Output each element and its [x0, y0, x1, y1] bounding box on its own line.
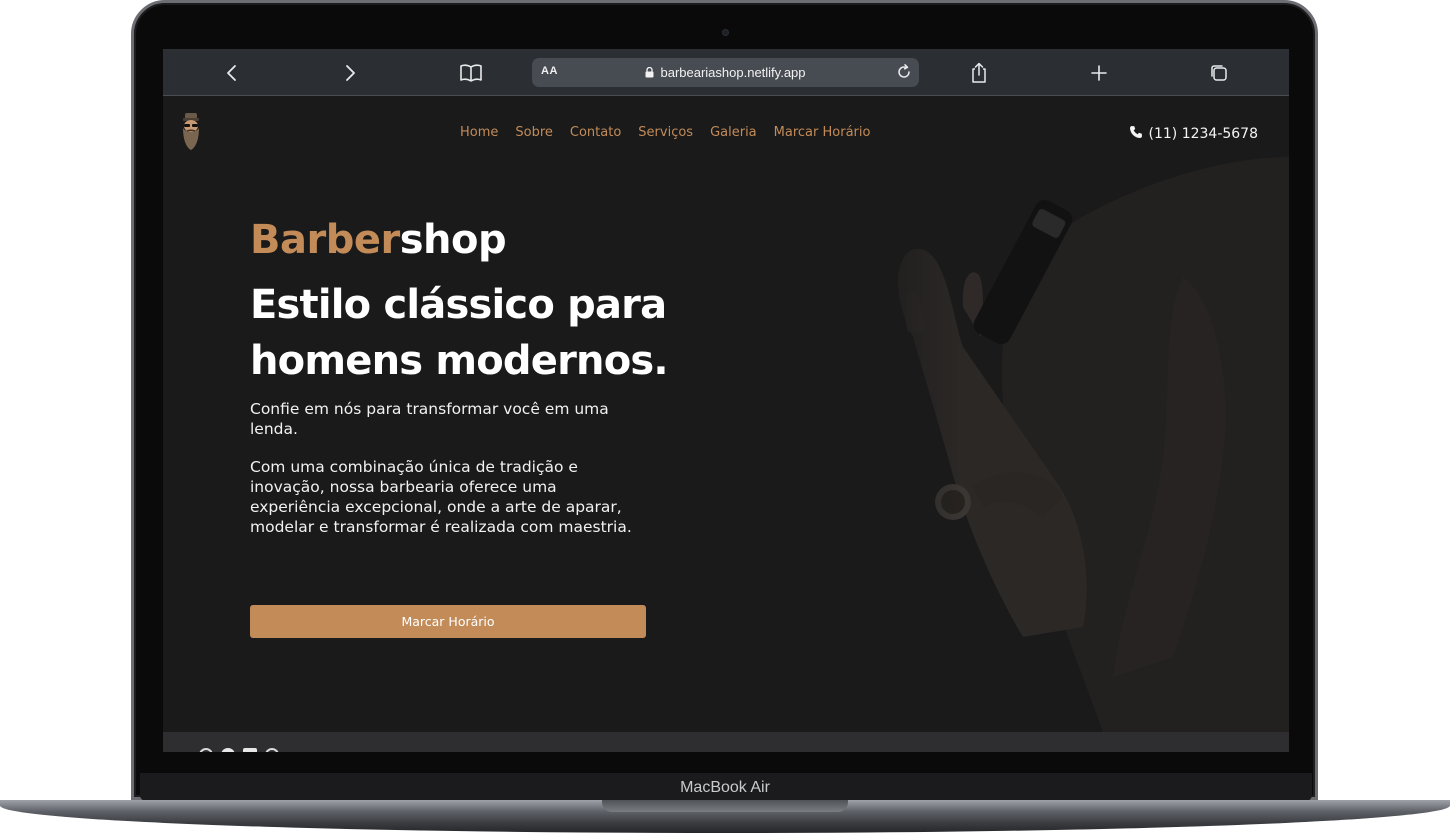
url-text: barbeariashop.netlify.app [660, 65, 806, 80]
reload-icon[interactable] [895, 63, 913, 85]
whatsapp-icon[interactable] [265, 748, 279, 752]
phone-contact[interactable]: (11) 1234-5678 [1129, 125, 1259, 143]
barber-logo-icon[interactable] [179, 113, 203, 155]
instagram-icon[interactable] [199, 748, 213, 752]
book-icon[interactable] [457, 59, 485, 87]
brand-title-part-1: Barber [250, 217, 400, 263]
nav-sobre[interactable]: Sobre [515, 125, 553, 140]
tabs-icon[interactable] [1205, 59, 1233, 87]
nav-galeria[interactable]: Galeria [710, 125, 757, 140]
chevron-right-icon[interactable] [336, 59, 364, 87]
nav-home[interactable]: Home [460, 125, 498, 140]
hero-headline: Estilo clássico para homens modernos. [250, 282, 669, 384]
website: Home Sobre Contato Serviços Galeria Marc… [163, 97, 1289, 752]
hero-paragraph-2: Com uma combinação única de tradição e i… [250, 458, 632, 536]
hero-background-image [853, 157, 1289, 732]
camera-icon [722, 29, 729, 36]
phone-icon [1129, 125, 1143, 143]
phone-number: (11) 1234-5678 [1148, 126, 1259, 142]
device-label: MacBook Air [680, 779, 770, 796]
brand-title: Barbershop [250, 217, 507, 263]
share-icon[interactable] [965, 59, 993, 87]
nav-marcar-horario[interactable]: Marcar Horário [774, 125, 871, 140]
url-text-wrap: barbeariashop.netlify.app [532, 65, 919, 81]
laptop-screen: AA barbeariashop.netlify.app Home Sobre … [163, 49, 1289, 752]
facebook-icon[interactable] [221, 748, 235, 752]
nav-servicos[interactable]: Serviços [638, 125, 693, 140]
social-icons [199, 748, 279, 752]
marcar-horario-button[interactable]: Marcar Horário [250, 605, 646, 638]
linkedin-icon[interactable] [243, 748, 257, 752]
address-bar[interactable]: AA barbeariashop.netlify.app [532, 58, 919, 87]
brand-title-part-2: shop [399, 217, 507, 263]
laptop-hinge-notch [602, 800, 848, 812]
chevron-left-icon[interactable] [218, 59, 246, 87]
footer-strip [163, 732, 1289, 752]
main-nav: Home Sobre Contato Serviços Galeria Marc… [460, 125, 870, 140]
browser-toolbar: AA barbeariashop.netlify.app [163, 49, 1289, 96]
hero-paragraph-1: Confie em nós para transformar você em u… [250, 400, 609, 438]
plus-icon[interactable] [1085, 59, 1113, 87]
lock-icon [645, 66, 654, 81]
nav-contato[interactable]: Contato [570, 125, 621, 140]
